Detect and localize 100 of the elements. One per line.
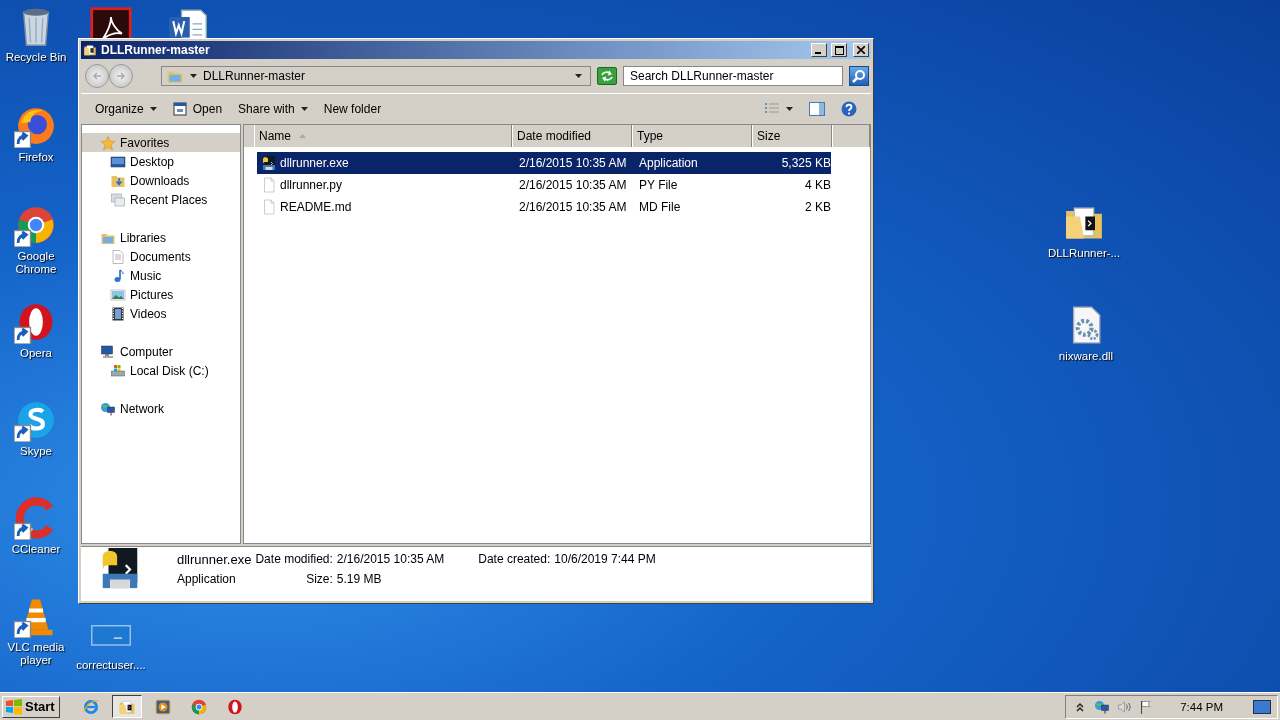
letter-o-icon — [225, 697, 244, 716]
nav-item[interactable]: Recent Places — [82, 190, 240, 209]
desktop-shortcut[interactable]: Opera — [0, 300, 72, 360]
window-title: DLLRunner-master — [101, 43, 211, 57]
film-icon — [110, 305, 126, 322]
property-value: 5.19 MB — [336, 572, 383, 586]
table-cell-text: 4 KB — [804, 178, 831, 192]
network-icon — [1094, 698, 1111, 715]
desktop-shortcut[interactable]: Skype — [0, 398, 72, 458]
toolbar-button[interactable]: Open — [166, 100, 229, 118]
caret-icon — [149, 107, 157, 111]
table-cell-text: 2/16/2015 10:35 AM — [518, 156, 628, 170]
folder-icon — [83, 43, 97, 57]
nav-item[interactable]: Downloads — [82, 171, 240, 190]
disk-icon — [110, 362, 126, 379]
help-icon — [841, 101, 857, 117]
table-cell-text: PY File — [638, 178, 679, 192]
property-label: Date created: — [477, 552, 551, 566]
column-header[interactable]: Type — [632, 125, 752, 147]
desktop-shortcut[interactable]: VLC media player — [0, 594, 72, 667]
nav-item[interactable]: Libraries — [82, 228, 240, 247]
toolbar-button[interactable]: Share with — [232, 100, 314, 118]
desktop-shortcut[interactable]: nixware.dll — [1050, 303, 1122, 363]
column-header[interactable]: Size — [752, 125, 832, 147]
property-label: Date modified: — [255, 552, 333, 566]
preview-pane-icon — [809, 102, 825, 116]
play-icon — [153, 697, 172, 716]
computer-icon — [100, 343, 116, 360]
desktop-shortcut[interactable]: CCleaner — [0, 496, 72, 556]
caret-icon — [299, 134, 306, 138]
nav-item[interactable]: Network — [82, 399, 240, 418]
close-button[interactable] — [853, 43, 869, 57]
start-button[interactable]: Start — [2, 695, 60, 718]
file-name: dllrunner.exe — [177, 551, 252, 567]
refresh-icon — [600, 70, 614, 82]
toolbar-button[interactable]: New folder — [317, 100, 388, 118]
monitor-icon — [110, 153, 126, 170]
table-cell-text: 2/16/2015 10:35 AM — [518, 178, 628, 192]
file-icon — [261, 199, 277, 215]
table-cell-text: MD File — [638, 200, 682, 214]
property-label: Size: — [305, 572, 333, 586]
caret-icon — [786, 107, 793, 111]
desktop-shortcut[interactable]: Firefox — [0, 104, 72, 164]
file-row[interactable]: README.md 2/16/2015 10:35 AM MD File 2 KB — [257, 196, 831, 218]
search-field[interactable]: Search DLLRunner-master — [623, 66, 843, 86]
address-field[interactable]: DLLRunner-master — [161, 66, 591, 86]
network-icon — [100, 400, 116, 417]
file-type: Application — [177, 572, 237, 586]
property-value: 2/16/2015 10:35 AM — [336, 552, 445, 566]
column-header[interactable]: Name — [254, 125, 512, 147]
letter-e-icon — [81, 697, 100, 716]
toolbar-button[interactable]: Organize — [89, 100, 163, 118]
recent-places-icon — [110, 191, 126, 208]
clock: 7:44 PM — [1180, 700, 1223, 713]
nav-item[interactable]: Computer — [82, 342, 240, 361]
speaker-icon — [1116, 698, 1133, 715]
search-button[interactable] — [849, 66, 869, 86]
desktop-shortcut[interactable]: DLLRunner-... — [1048, 200, 1120, 260]
picture-icon — [110, 286, 126, 303]
file-icon — [261, 177, 277, 193]
file-row[interactable]: dllrunner.exe 2/16/2015 10:35 AM Application 5,325 KB — [257, 152, 831, 174]
nav-item[interactable]: Pictures — [82, 285, 240, 304]
refresh-button[interactable] — [597, 67, 617, 85]
file-name: dllrunner.py — [280, 178, 343, 192]
column-header[interactable]: Date modified — [512, 125, 632, 147]
taskbar-button[interactable] — [111, 695, 142, 718]
maximize-button[interactable] — [831, 43, 847, 57]
nav-item[interactable]: Videos — [82, 304, 240, 323]
document-icon — [110, 248, 126, 265]
window-icon — [172, 102, 187, 116]
caret-icon — [300, 107, 308, 111]
desktop-shortcut[interactable]: correctuser.... — [75, 612, 147, 672]
nav-item[interactable]: Documents — [82, 247, 240, 266]
caret-icon — [190, 74, 197, 78]
table-cell-text: Application — [638, 156, 699, 170]
close-icon — [857, 46, 865, 54]
caret-icon — [575, 74, 582, 78]
search-icon — [852, 69, 866, 83]
table-cell-text: 2/16/2015 10:35 AM — [518, 200, 628, 214]
star-icon — [100, 134, 116, 151]
program-icon — [261, 155, 277, 171]
desktop-shortcut[interactable]: Recycle Bin — [0, 4, 72, 64]
nav-item[interactable]: Music — [82, 266, 240, 285]
property-value: 10/6/2019 7:44 PM — [554, 552, 657, 566]
minimize-button[interactable] — [811, 43, 827, 57]
desktop-shortcut[interactable]: Google Chrome — [0, 203, 72, 276]
nav-item[interactable]: Desktop — [82, 152, 240, 171]
forward-arrow-icon — [116, 71, 126, 81]
show-desktop-icon[interactable] — [1253, 699, 1271, 714]
table-cell-text: 5,325 KB — [780, 156, 831, 170]
file-name: README.md — [280, 200, 352, 214]
nav-item[interactable]: Favorites — [82, 133, 240, 152]
nav-item[interactable]: Local Disk (C:) — [82, 361, 240, 380]
windows-logo-icon — [5, 698, 23, 715]
maximize-icon — [834, 45, 844, 55]
browser-icon — [189, 697, 208, 716]
table-cell-text: 2 KB — [804, 200, 831, 214]
details-view-icon — [764, 103, 780, 115]
file-row[interactable]: dllrunner.py 2/16/2015 10:35 AM PY File 4 KB — [257, 174, 831, 196]
file-name: dllrunner.exe — [280, 156, 349, 170]
